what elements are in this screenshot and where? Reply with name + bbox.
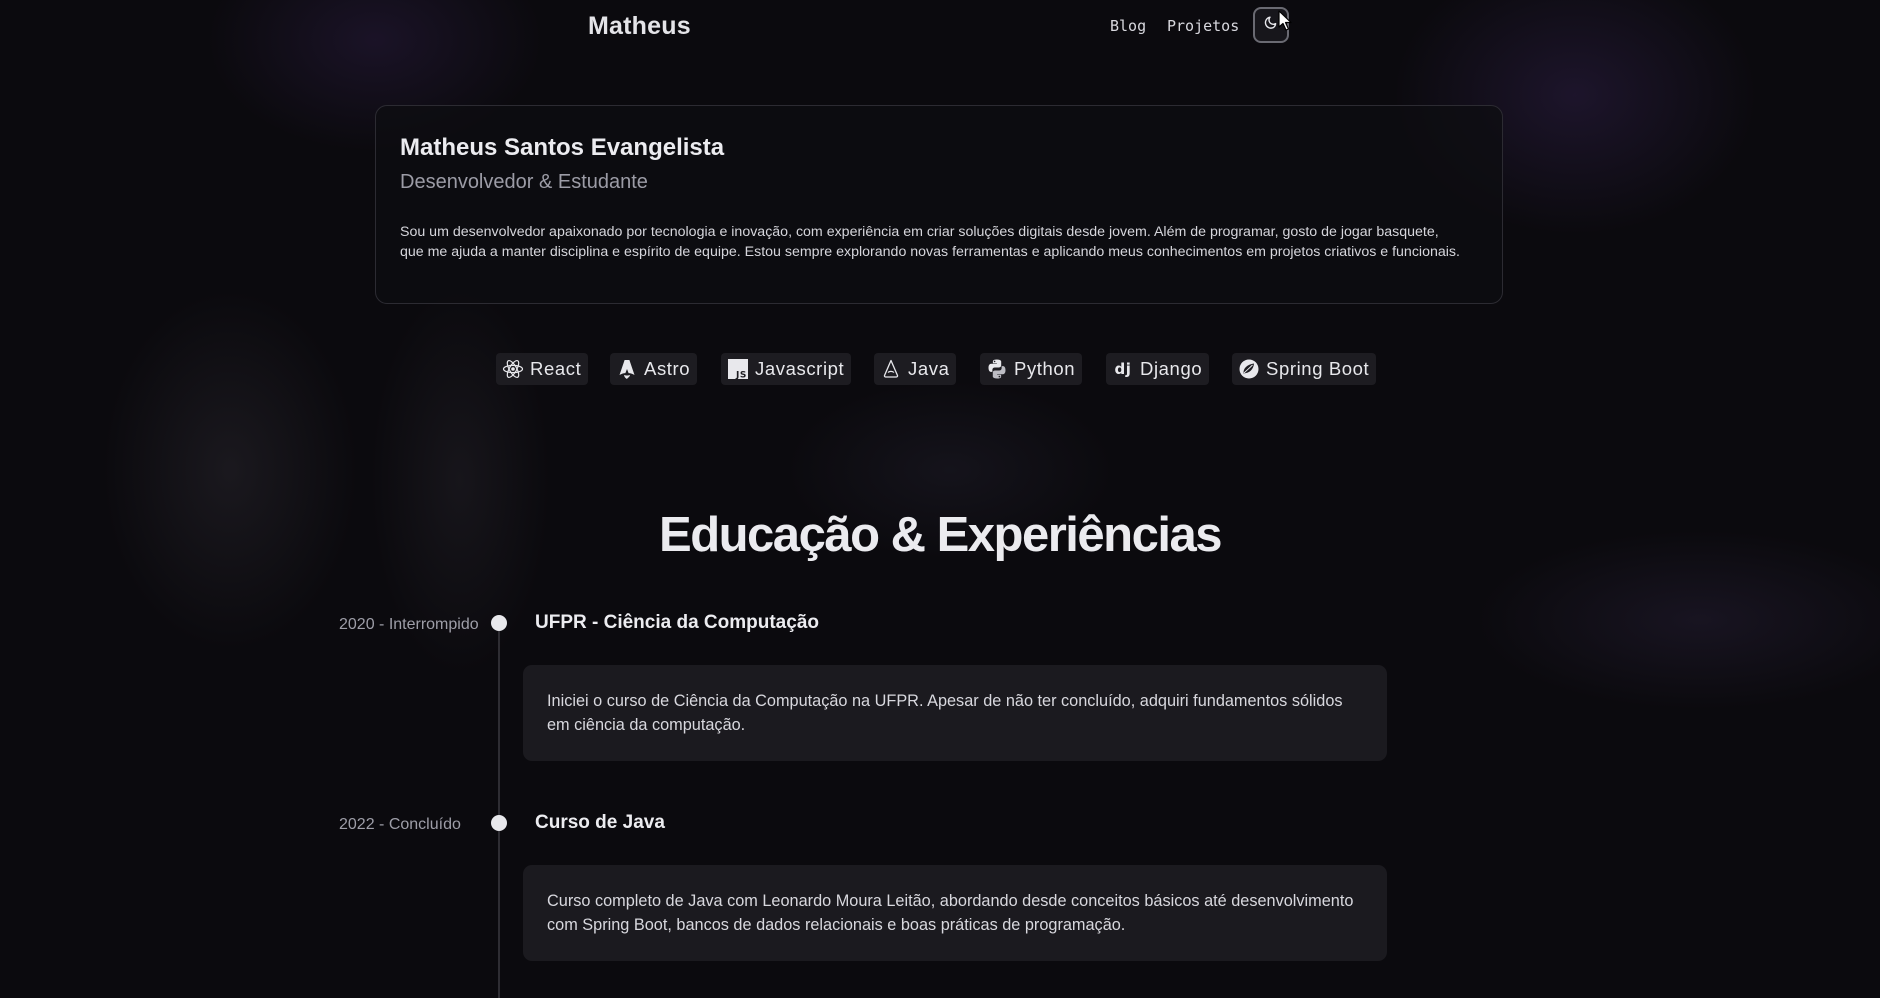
django-icon: dj: [1112, 358, 1134, 380]
spring-boot-icon: [1238, 358, 1260, 380]
nav-link-projetos[interactable]: Projetos: [1167, 17, 1239, 35]
tech-chip-label: Javascript: [755, 358, 845, 379]
brand-logo-link[interactable]: Matheus: [588, 12, 691, 41]
tech-chip-label: Django: [1140, 358, 1203, 379]
timeline-item-title: UFPR - Ciência da Computação: [535, 612, 819, 633]
tech-chip-javascript: JS Javascript: [721, 353, 852, 385]
javascript-icon: JS: [727, 358, 749, 380]
timeline-line: [498, 622, 500, 998]
timeline-dot: [491, 815, 507, 831]
tech-chip-django: dj Django: [1106, 353, 1210, 385]
mouse-cursor-icon: [1278, 10, 1294, 37]
tech-chip-label: Astro: [644, 358, 691, 379]
java-icon: [880, 358, 902, 380]
tech-chip-spring-boot: Spring Boot: [1232, 353, 1377, 385]
moon-icon: [1263, 15, 1279, 36]
portfolio-page: Matheus Blog Projetos Matheus Santos Eva…: [0, 0, 1880, 998]
timeline-date: 2020 - Interrompido: [339, 616, 479, 633]
tech-chip-java: Java: [874, 353, 957, 385]
tech-chip-astro: Astro: [610, 353, 698, 385]
tech-chip-label: Java: [908, 358, 950, 379]
tech-chip-label: Python: [1014, 358, 1076, 379]
tech-chip-label: Spring Boot: [1266, 358, 1370, 379]
tech-chip-react: React: [496, 353, 589, 385]
section-title-education: Educação & Experiências: [659, 508, 1222, 562]
python-icon: [986, 358, 1008, 380]
profile-name: Matheus Santos Evangelista: [400, 134, 725, 161]
tech-stack-list: React Astro JS Javascript Java Python dj…: [0, 353, 1880, 385]
timeline-item-description: Curso completo de Java com Leonardo Mour…: [523, 865, 1387, 961]
react-icon: [502, 358, 524, 380]
svg-text:JS: JS: [735, 371, 747, 381]
timeline-item-title: Curso de Java: [535, 812, 665, 833]
tech-chip-python: Python: [980, 353, 1083, 385]
profile-bio: Sou um desenvolvedor apaixonado por tecn…: [400, 224, 1460, 260]
svg-text:dj: dj: [1114, 360, 1131, 378]
timeline-dot: [491, 615, 507, 631]
profile-card: Matheus Santos Evangelista Desenvolvedor…: [375, 105, 1503, 304]
profile-role: Desenvolvedor & Estudante: [400, 171, 648, 193]
timeline-item-description: Iniciei o curso de Ciência da Computação…: [523, 665, 1387, 761]
astro-icon: [616, 358, 638, 380]
nav-link-blog[interactable]: Blog: [1110, 17, 1146, 35]
timeline-date: 2022 - Concluído: [339, 816, 461, 833]
tech-chip-label: React: [530, 358, 582, 379]
